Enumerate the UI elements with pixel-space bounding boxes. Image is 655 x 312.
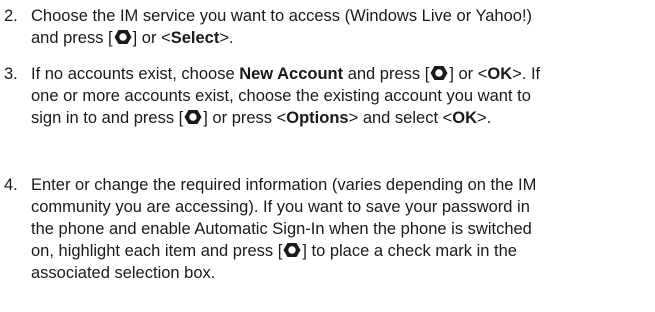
text-line: Choose the IM service you want to access… <box>31 7 533 25</box>
step-text: If no accounts exist, choose New Account… <box>31 63 655 129</box>
step-number: 3. <box>4 65 18 83</box>
center-select-key-icon <box>114 30 132 44</box>
text-line: on, highlight each item and press [] to … <box>31 242 517 260</box>
manual-page: 2. Choose the IM service you want to acc… <box>0 0 655 312</box>
text-line: sign in to and press [] or press <Option… <box>31 109 492 127</box>
text-line: the phone and enable Automatic Sign-In w… <box>31 220 532 238</box>
text-line: associated selection box. <box>31 264 216 282</box>
step-text: Choose the IM service you want to access… <box>31 5 655 49</box>
text-line: If no accounts exist, choose New Account… <box>31 65 541 83</box>
center-select-key-icon <box>283 243 301 257</box>
text-line: one or more accounts exist, choose the e… <box>31 87 531 105</box>
center-select-key-icon <box>430 66 448 80</box>
step-text: Enter or change the required information… <box>31 174 655 284</box>
text-line: and press [] or <Select>. <box>31 29 234 47</box>
text-line: Enter or change the required information… <box>31 176 537 194</box>
step-number: 4. <box>4 176 18 194</box>
step-number: 2. <box>4 7 18 25</box>
center-select-key-icon <box>184 110 202 124</box>
text-line: community you are accessing). If you wan… <box>31 198 530 216</box>
